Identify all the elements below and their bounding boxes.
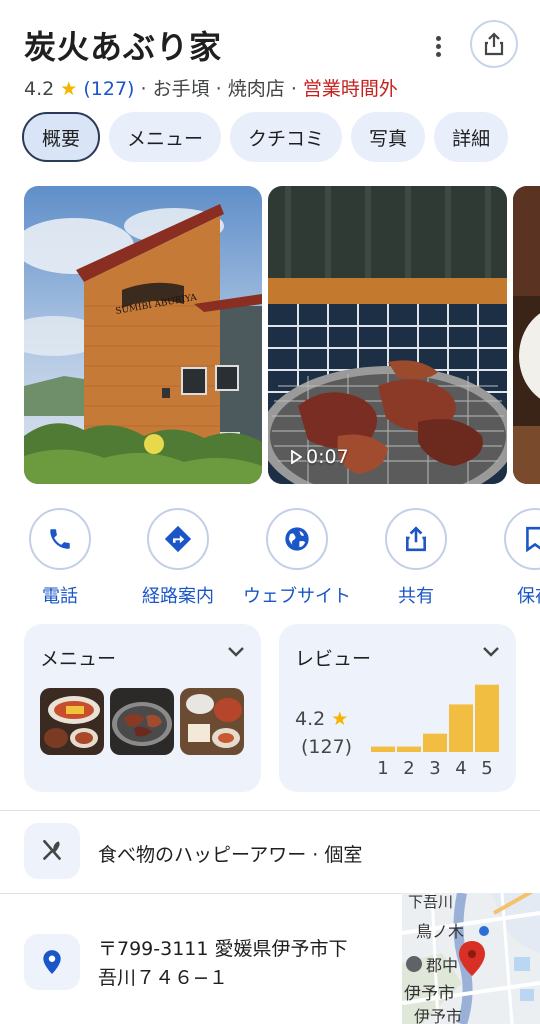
bookmark-icon [526, 526, 540, 552]
storefront-photo[interactable]: SUMIBI ABURIYA [24, 186, 262, 484]
category: 焼肉店 [227, 78, 285, 100]
rating-bar-label-3: 3 [429, 758, 440, 778]
location-pin-icon [43, 950, 61, 974]
play-icon [291, 450, 302, 464]
chevron-down-icon[interactable] [482, 646, 500, 658]
share-button-top[interactable] [470, 20, 518, 68]
map-thumbnail[interactable]: 下吾川 鳥ノ木 郡中 伊予市 伊予市 [402, 893, 540, 1024]
rating-bar-5 [475, 684, 499, 752]
more-dot [435, 35, 441, 41]
grill-video-thumbnail[interactable]: 0:07 [268, 186, 507, 484]
address-icon-box [24, 934, 80, 990]
review-count-link[interactable]: (127) [83, 78, 134, 100]
share-button[interactable] [385, 508, 447, 570]
map-label: 郡中 [426, 956, 458, 975]
price-level: お手頃 [152, 78, 210, 100]
menu-thumbnails [40, 688, 244, 755]
chevron-down-icon[interactable] [227, 646, 245, 658]
separator: · [215, 78, 222, 100]
open-status: 営業時間外 [302, 78, 398, 100]
address-text[interactable]: 〒799-3111 愛媛県伊予市下 吾川７４６−１ [98, 935, 348, 993]
action-row: 電話 経路案内 ウェブサイト 共有 保存 [0, 508, 540, 608]
tab-reviews[interactable]: クチコミ [230, 112, 343, 162]
tab-bar: 概要 メニュー クチコミ 写真 詳細 [22, 112, 509, 162]
save-button[interactable] [504, 508, 540, 570]
map-label: 伊予市 [414, 1007, 462, 1024]
directions-label: 経路案内 [142, 586, 214, 607]
menu-thumbnail[interactable] [110, 688, 174, 755]
place-summary-line: 4.2 ★ (127) · お手頃 · 焼肉店 · 営業時間外 [24, 74, 398, 101]
save-label: 保存 [517, 586, 540, 607]
separator: · [140, 78, 147, 100]
section-divider [0, 810, 540, 811]
review-count: (127) [301, 736, 353, 758]
review-rating: 4.2 ★ [295, 708, 348, 730]
address-line-1: 〒799-3111 愛媛県伊予市下 [98, 938, 348, 960]
share-label: 共有 [398, 586, 434, 607]
features-text: 食べ物のハッピーアワー · 個室 [98, 844, 363, 866]
rating-bar-label-1: 1 [377, 758, 388, 778]
map-label: 伊予市 [404, 984, 455, 1004]
directions-action[interactable]: 経路案内 [118, 508, 238, 608]
tab-overview[interactable]: 概要 [22, 112, 101, 162]
share-icon [484, 32, 504, 56]
globe-icon [285, 527, 309, 551]
review-rating-value: 4.2 [295, 708, 326, 730]
rating-bar-label-2: 2 [403, 758, 414, 778]
more-options-button[interactable] [424, 30, 452, 62]
rating-bar-3 [423, 733, 447, 752]
rating-distribution: 12345 [371, 684, 499, 778]
directions-button[interactable] [147, 508, 209, 570]
rating-bar-4 [449, 704, 473, 752]
video-duration: 0:07 [290, 446, 349, 468]
call-label: 電話 [42, 586, 78, 607]
more-dot [435, 51, 441, 57]
address-line-2: 吾川７４６−１ [98, 967, 228, 989]
review-card-title: レビュー [295, 648, 372, 670]
video-duration-text: 0:07 [306, 446, 349, 468]
menu-card[interactable]: メニュー [24, 624, 261, 792]
share-icon [406, 526, 426, 552]
star-icon: ★ [60, 78, 78, 100]
tab-menu[interactable]: メニュー [109, 112, 222, 162]
rating-value: 4.2 [24, 78, 55, 100]
rating-bar-label-5: 5 [481, 758, 492, 778]
food-photo-partial[interactable] [513, 186, 540, 484]
menu-thumbnail[interactable] [40, 688, 104, 755]
menu-card-title: メニュー [40, 648, 117, 670]
menu-thumbnail[interactable] [180, 688, 244, 755]
utensils-icon [43, 839, 61, 860]
website-action[interactable]: ウェブサイト [237, 508, 357, 608]
rating-bar-1 [371, 746, 395, 752]
storefront-image: SUMIBI ABURIYA [24, 186, 262, 484]
rating-bar-2 [397, 746, 421, 752]
grill-image [268, 186, 507, 484]
call-action[interactable]: 電話 [0, 508, 120, 608]
food-image [513, 186, 540, 484]
separator: · [290, 78, 297, 100]
place-title: 炭火あぶり家 [24, 28, 223, 66]
more-dot [435, 43, 441, 49]
share-action[interactable]: 共有 [356, 508, 476, 608]
photo-carousel[interactable]: SUMIBI ABURIYA 0:07 [24, 186, 540, 484]
map-label: 下吾川 [408, 893, 453, 911]
website-button[interactable] [266, 508, 328, 570]
call-button[interactable] [29, 508, 91, 570]
directions-icon [164, 525, 192, 553]
tab-details[interactable]: 詳細 [434, 112, 509, 162]
save-action[interactable]: 保存 [475, 508, 540, 608]
map-label: 鳥ノ木 [416, 922, 464, 941]
features-icon-box [24, 823, 80, 879]
rating-bar-label-4: 4 [455, 758, 466, 778]
star-icon: ★ [331, 708, 349, 730]
review-card[interactable]: レビュー 4.2 ★ (127) 12345 [279, 624, 516, 792]
map-image: 下吾川 鳥ノ木 郡中 伊予市 伊予市 [402, 893, 540, 1024]
tab-photos[interactable]: 写真 [351, 112, 426, 162]
phone-icon [50, 529, 70, 549]
website-label: ウェブサイト [243, 586, 351, 607]
